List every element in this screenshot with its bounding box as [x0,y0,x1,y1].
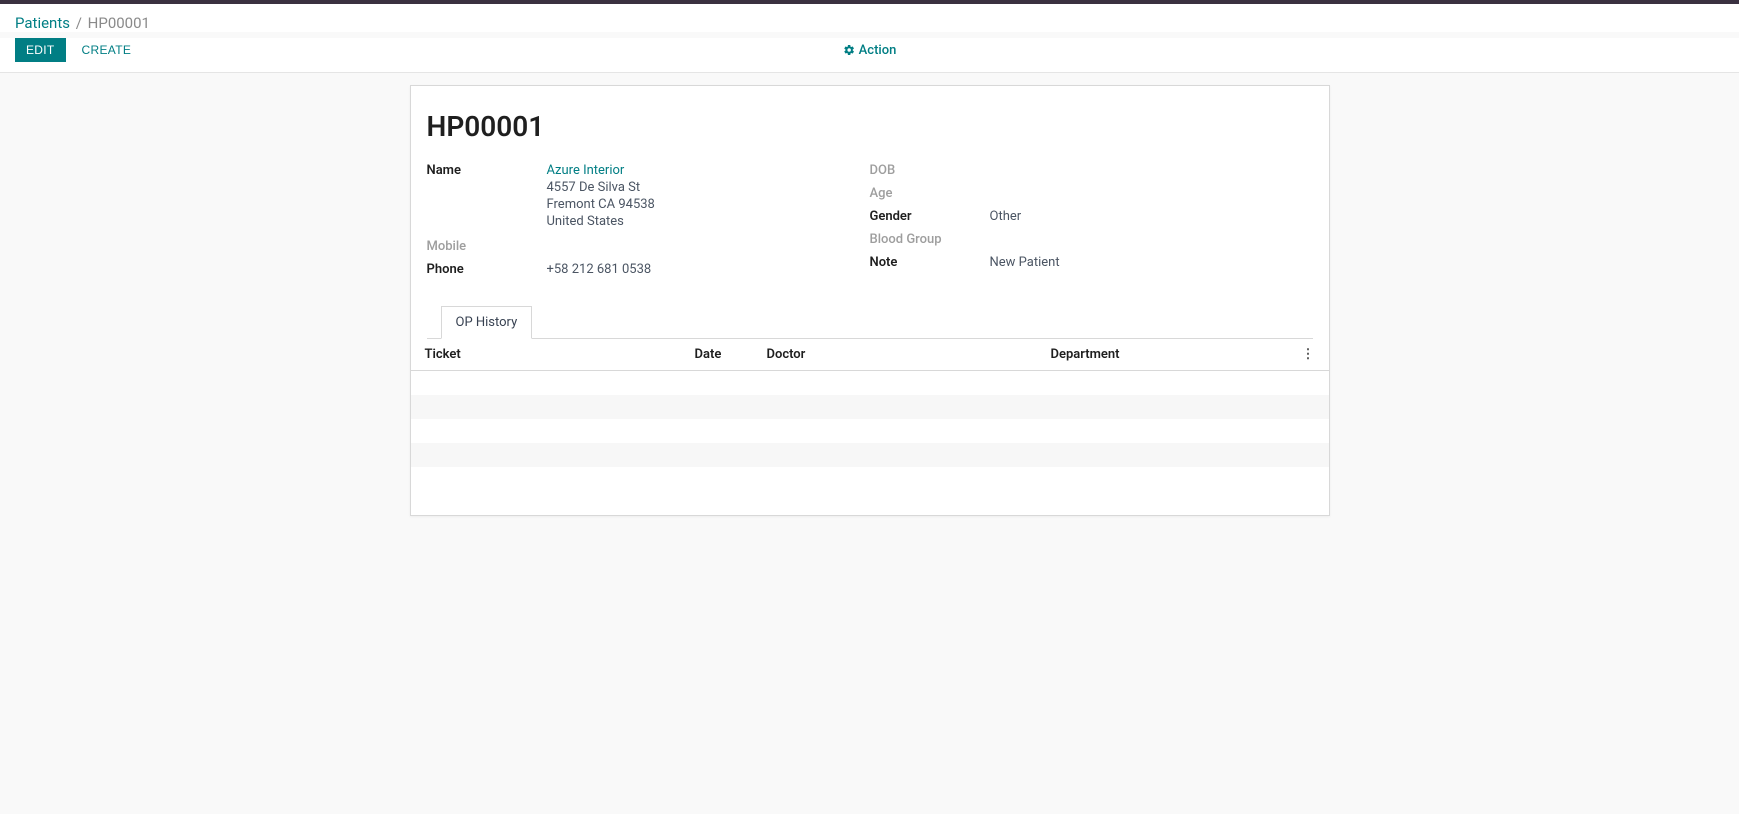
field-gender: Gender Other [870,209,1313,224]
kebab-menu-icon: ⋮ [1302,347,1315,362]
tabs: OP History [427,305,1313,339]
breadcrumb-container: Patients / HP00001 [0,4,1739,32]
field-phone: Phone +58 212 681 0538 [427,262,870,277]
breadcrumb-separator: / [76,14,82,32]
th-ticket[interactable]: Ticket [425,347,695,362]
th-doctor[interactable]: Doctor [767,347,1051,362]
address-line2: Fremont CA 94538 [547,197,655,212]
toolbar: EDIT CREATE Action [0,38,1739,73]
field-dob: DOB [870,163,1313,178]
th-date[interactable]: Date [695,347,767,362]
breadcrumb: Patients / HP00001 [15,14,1724,32]
note-label: Note [870,255,990,270]
table-row [411,371,1329,395]
table-header: Ticket Date Doctor Department ⋮ [411,339,1329,371]
form-inner: HP00001 Name Azure Interior 4557 De Silv… [411,86,1329,339]
table-row [411,443,1329,467]
create-button[interactable]: CREATE [72,39,142,61]
field-col-right: DOB Age Gender Other Blood Group [870,163,1313,285]
phone-value: +58 212 681 0538 [547,262,652,277]
table-row [411,395,1329,419]
field-age: Age [870,186,1313,201]
table-row [411,419,1329,443]
name-value-block: Azure Interior 4557 De Silva St Fremont … [547,163,655,231]
blood-group-label: Blood Group [870,232,990,247]
tab-op-history[interactable]: OP History [441,306,533,339]
address-line1: 4557 De Silva St [547,180,655,195]
table-options-button[interactable]: ⋮ [1295,347,1315,362]
address-line3: United States [547,214,655,229]
content-area: HP00001 Name Azure Interior 4557 De Silv… [0,73,1739,528]
field-note: Note New Patient [870,255,1313,270]
table-body [411,371,1329,467]
gender-label: Gender [870,209,990,224]
breadcrumb-current: HP00001 [88,14,150,32]
field-name: Name Azure Interior 4557 De Silva St Fre… [427,163,870,231]
op-history-table: Ticket Date Doctor Department ⋮ [411,339,1329,467]
dob-label: DOB [870,163,990,178]
mobile-label: Mobile [427,239,547,254]
gear-icon [843,44,855,56]
field-grid: Name Azure Interior 4557 De Silva St Fre… [427,163,1313,285]
th-department[interactable]: Department [1051,347,1295,362]
action-label: Action [859,43,897,58]
age-label: Age [870,186,990,201]
edit-button[interactable]: EDIT [15,38,66,62]
form-sheet: HP00001 Name Azure Interior 4557 De Silv… [410,85,1330,516]
name-label: Name [427,163,547,178]
field-col-left: Name Azure Interior 4557 De Silva St Fre… [427,163,870,285]
field-mobile: Mobile [427,239,870,254]
form-footer [411,467,1329,515]
partner-link[interactable]: Azure Interior [547,163,655,178]
gender-value: Other [990,209,1022,224]
phone-label: Phone [427,262,547,277]
breadcrumb-root-link[interactable]: Patients [15,14,70,32]
record-title: HP00001 [427,110,1313,143]
field-blood-group: Blood Group [870,232,1313,247]
action-dropdown[interactable]: Action [843,43,897,58]
note-value: New Patient [990,255,1060,270]
